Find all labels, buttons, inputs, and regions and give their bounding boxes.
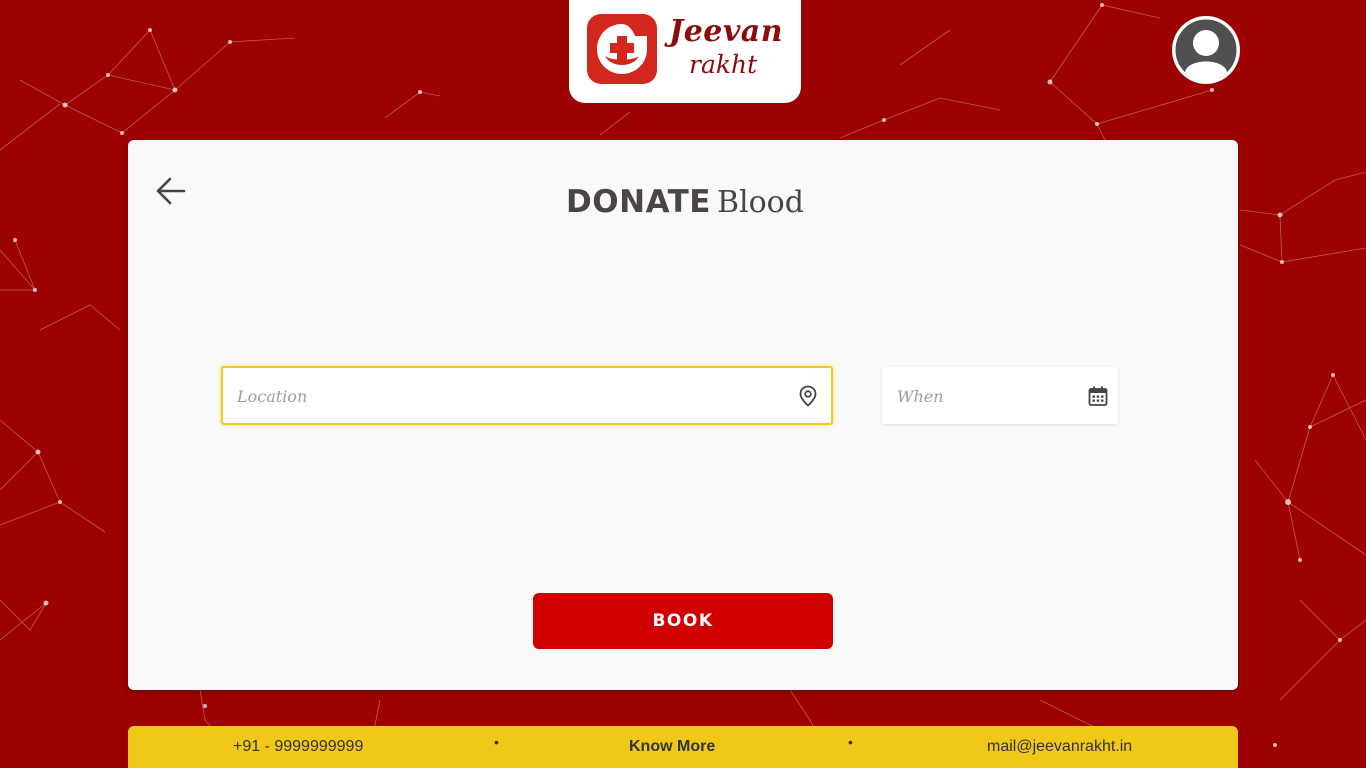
when-input[interactable]	[895, 367, 1079, 426]
footer-separator: •	[494, 734, 499, 750]
map-pin-icon[interactable]	[797, 385, 819, 407]
location-input[interactable]	[235, 368, 779, 425]
brand-name-line1: Jeevan	[669, 14, 784, 49]
page-title-bold: DONATE	[566, 184, 711, 220]
page-title-light: Blood	[716, 185, 804, 220]
donate-card: DONATEBlood BOOK	[128, 140, 1238, 690]
book-button[interactable]: BOOK	[533, 593, 833, 649]
user-avatar-icon	[1172, 16, 1240, 84]
footer-email[interactable]: mail@jeevanrakht.in	[987, 738, 1132, 756]
footer-phone[interactable]: +91 - 9999999999	[233, 738, 363, 756]
user-avatar-button[interactable]	[1172, 16, 1240, 84]
know-more-link[interactable]: Know More	[629, 738, 715, 756]
footer-separator: •	[848, 734, 853, 750]
footer-bar: +91 - 9999999999 • Know More • mail@jeev…	[128, 726, 1238, 768]
brand-name-line2: rakht	[689, 50, 758, 79]
calendar-icon[interactable]	[1087, 385, 1109, 407]
brand-logo[interactable]: Jeevan rakht	[569, 0, 801, 103]
page-title: DONATE Blood	[128, 182, 1242, 223]
medical-cross-icon	[587, 14, 657, 84]
location-field[interactable]	[221, 366, 833, 425]
when-field[interactable]	[882, 367, 1118, 426]
